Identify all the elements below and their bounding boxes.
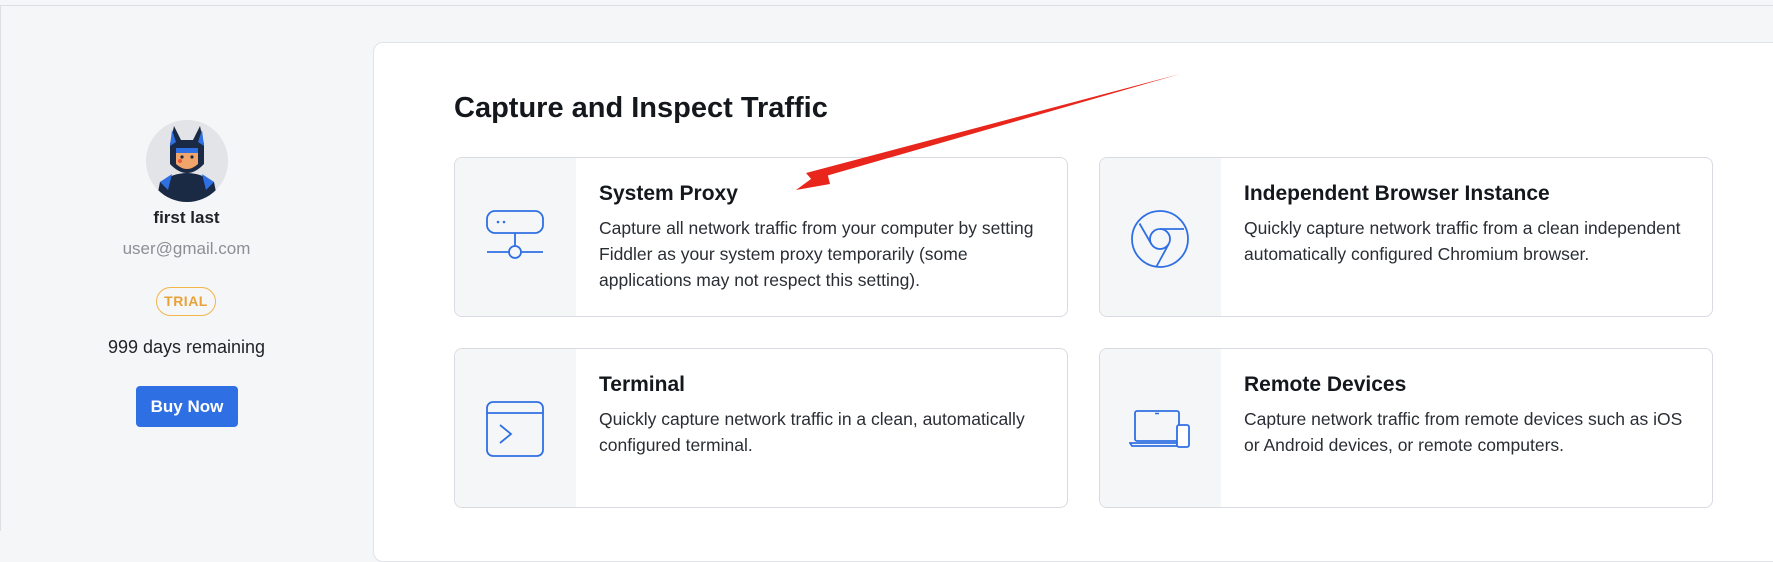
card-title: Terminal (599, 373, 685, 396)
terminal-card[interactable]: Terminal Quickly capture network traffic… (454, 348, 1068, 508)
avatar[interactable] (146, 120, 228, 202)
remote-devices-card[interactable]: Remote Devices Capture network traffic f… (1099, 348, 1713, 508)
proxy-server-icon (486, 210, 544, 259)
card-description: Quickly capture network traffic from a c… (1244, 218, 1681, 264)
chromium-icon (1131, 210, 1189, 268)
user-email: user@gmail.com (122, 239, 251, 258)
card-description: Capture all network traffic from your co… (599, 218, 1034, 290)
system-proxy-card[interactable]: System Proxy Capture all network traffic… (454, 157, 1068, 317)
laptop-phone-icon (1129, 410, 1190, 448)
card-description: Quickly capture network traffic in a cle… (599, 409, 1025, 455)
browser-instance-card[interactable]: Independent Browser Instance Quickly cap… (1099, 157, 1713, 317)
card-icon-area (1100, 158, 1221, 316)
user-name: first last (153, 208, 220, 227)
terminal-icon (486, 401, 544, 457)
card-icon-area (455, 158, 576, 316)
page-title: Capture and Inspect Traffic (454, 92, 828, 124)
card-title: Remote Devices (1244, 373, 1407, 396)
days-remaining: 999 days remaining (107, 337, 266, 357)
card-title: System Proxy (599, 182, 738, 205)
trial-badge: TRIAL (156, 287, 216, 316)
card-icon-area (455, 349, 576, 507)
buy-now-button[interactable]: Buy Now (136, 386, 238, 427)
sidebar: first last user@gmail.com TRIAL 999 days… (0, 6, 373, 531)
card-icon-area (1100, 349, 1221, 507)
ninja-mascot-icon (146, 120, 228, 202)
card-description: Capture network traffic from remote devi… (1244, 409, 1683, 455)
card-title: Independent Browser Instance (1244, 182, 1550, 205)
